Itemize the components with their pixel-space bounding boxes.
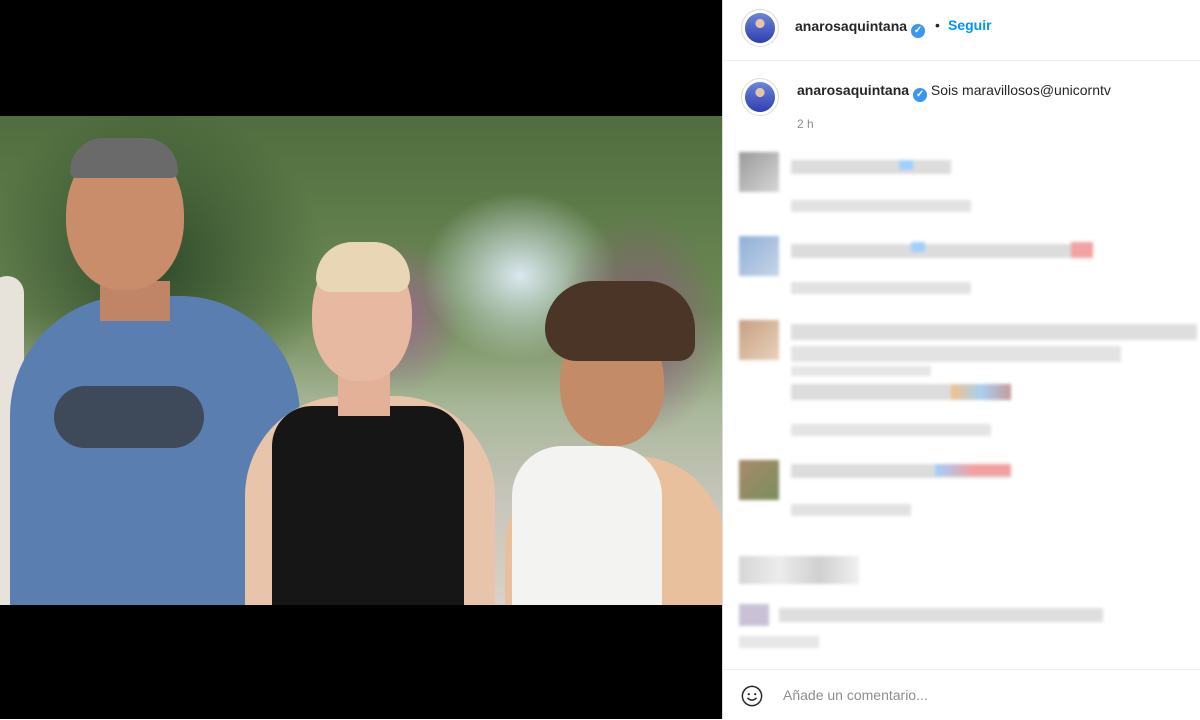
comment-blurred-1 — [739, 152, 1199, 222]
photo-person-3-top — [512, 446, 662, 605]
caption-avatar[interactable] — [741, 78, 779, 116]
comment-blurred-2 — [739, 236, 1199, 306]
avatar[interactable] — [741, 9, 779, 47]
comment-blurred-4 — [739, 456, 1199, 526]
post-side-panel: anarosaquintana ✓ • Seguir anarosaquintan… — [722, 0, 1200, 719]
separator-dot: • — [935, 17, 940, 33]
photo-person-1-hair — [70, 138, 178, 178]
caption-text: Sois maravillosos@unicorntv — [930, 82, 1111, 98]
add-comment-bar — [723, 669, 1200, 720]
caption: anarosaquintana ✓ Sois maravillosos@unico… — [797, 82, 1111, 102]
header-username-row[interactable]: anarosaquintana ✓ — [795, 18, 926, 38]
comment-input[interactable] — [783, 682, 1163, 708]
photo-person-2-dress — [272, 406, 464, 605]
post-photo[interactable] — [0, 116, 722, 605]
smiley-icon[interactable] — [741, 685, 763, 707]
photo-person-2-hair — [316, 242, 410, 292]
post-media — [0, 0, 722, 719]
photo-shirt-print — [54, 386, 204, 448]
photo-person-3-hair — [545, 281, 695, 361]
comment-blurred-5 — [739, 556, 1199, 656]
comment-blurred-3 — [739, 320, 1199, 440]
post-timestamp[interactable]: 2 h — [797, 117, 814, 131]
verified-badge-icon: ✓ — [911, 24, 926, 38]
header-username[interactable]: anarosaquintana — [795, 18, 907, 34]
follow-button[interactable]: Seguir — [948, 17, 992, 33]
post-header: anarosaquintana ✓ • Seguir — [723, 0, 1200, 61]
verified-badge-icon: ✓ — [913, 88, 928, 102]
caption-username[interactable]: anarosaquintana — [797, 82, 909, 98]
